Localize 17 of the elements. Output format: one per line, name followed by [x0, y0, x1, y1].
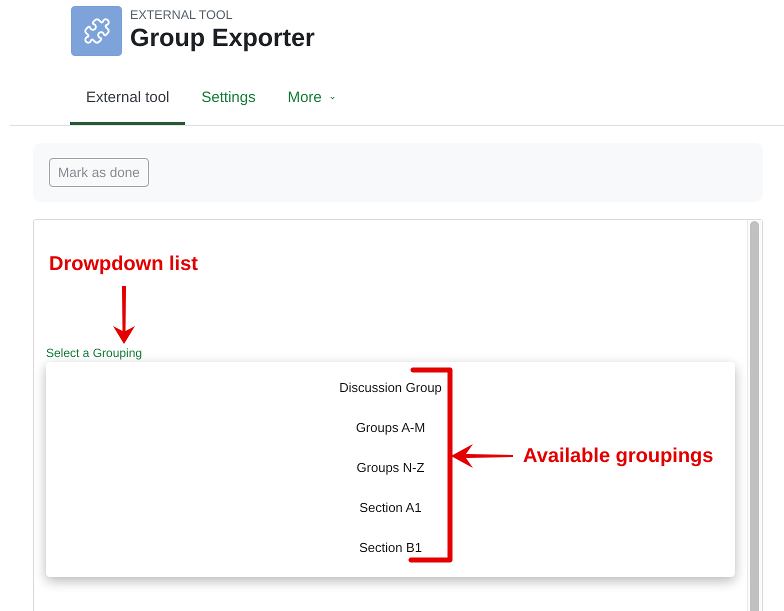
dropdown-option[interactable]: Groups N-Z: [356, 460, 424, 476]
annotation-label: Drowpdown list: [49, 253, 198, 275]
annotation-arrow: [451, 443, 513, 469]
dropdown-option[interactable]: Discussion Group: [339, 380, 442, 396]
dropdown-option[interactable]: Section A1: [359, 500, 422, 516]
annotation-arrow: [112, 286, 136, 344]
puzzle-icon: [71, 6, 122, 56]
scrollbar-thumb[interactable]: [750, 221, 759, 611]
annotation-label: Available groupings: [523, 445, 714, 467]
nav-tab[interactable]: Settings: [185, 70, 272, 125]
nav-tab[interactable]: More: [272, 70, 353, 125]
select-label: Select a Grouping: [46, 347, 142, 360]
dropdown-option[interactable]: Section B1: [359, 540, 422, 556]
page-eyebrow: EXTERNAL TOOL: [130, 8, 233, 23]
nav-tab[interactable]: External tool: [70, 70, 186, 125]
page-title: Group Exporter: [130, 23, 315, 53]
dropdown-option[interactable]: Groups A-M: [356, 420, 426, 436]
